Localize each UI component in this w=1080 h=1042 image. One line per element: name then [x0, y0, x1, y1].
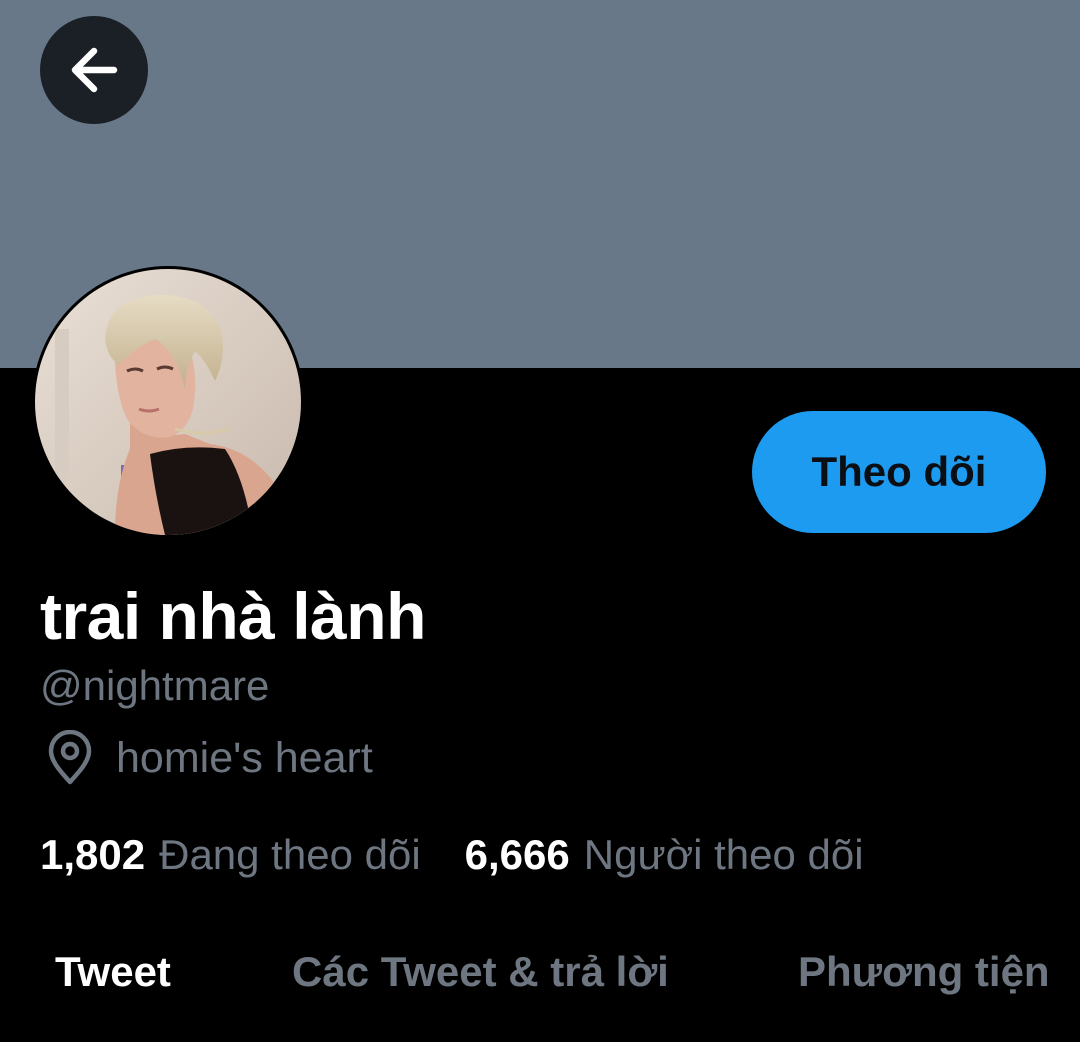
- tab-tweets[interactable]: Tweet: [55, 940, 171, 1004]
- username-handle: @nightmare: [40, 662, 270, 709]
- followers-label: Người theo dõi: [583, 831, 864, 878]
- location-row: homie's heart: [44, 728, 373, 788]
- display-name: trai nhà lành: [40, 579, 426, 653]
- following-label: Đang theo dõi: [159, 831, 421, 878]
- avatar-photo: [35, 269, 301, 535]
- profile-tabs: Tweet Các Tweet & trả lời Phương tiện: [0, 940, 1080, 1004]
- location-pin-icon: [48, 730, 92, 785]
- tab-media[interactable]: Phương tiện: [798, 940, 1050, 1004]
- location-text: homie's heart: [116, 733, 373, 782]
- back-button[interactable]: [40, 16, 148, 124]
- arrow-left-icon: [71, 47, 118, 93]
- tab-tweets-and-replies[interactable]: Các Tweet & trả lời: [292, 940, 669, 1004]
- followers-link[interactable]: 6,666 Người theo dõi: [465, 831, 864, 879]
- following-link[interactable]: 1,802 Đang theo dõi: [40, 831, 421, 879]
- avatar[interactable]: [32, 266, 304, 538]
- followers-count: 6,666: [464, 831, 570, 878]
- profile-stats: 1,802 Đang theo dõi 6,666 Người theo dõi: [40, 826, 864, 884]
- following-count: 1,802: [40, 831, 146, 878]
- follow-button[interactable]: Theo dõi: [752, 411, 1046, 533]
